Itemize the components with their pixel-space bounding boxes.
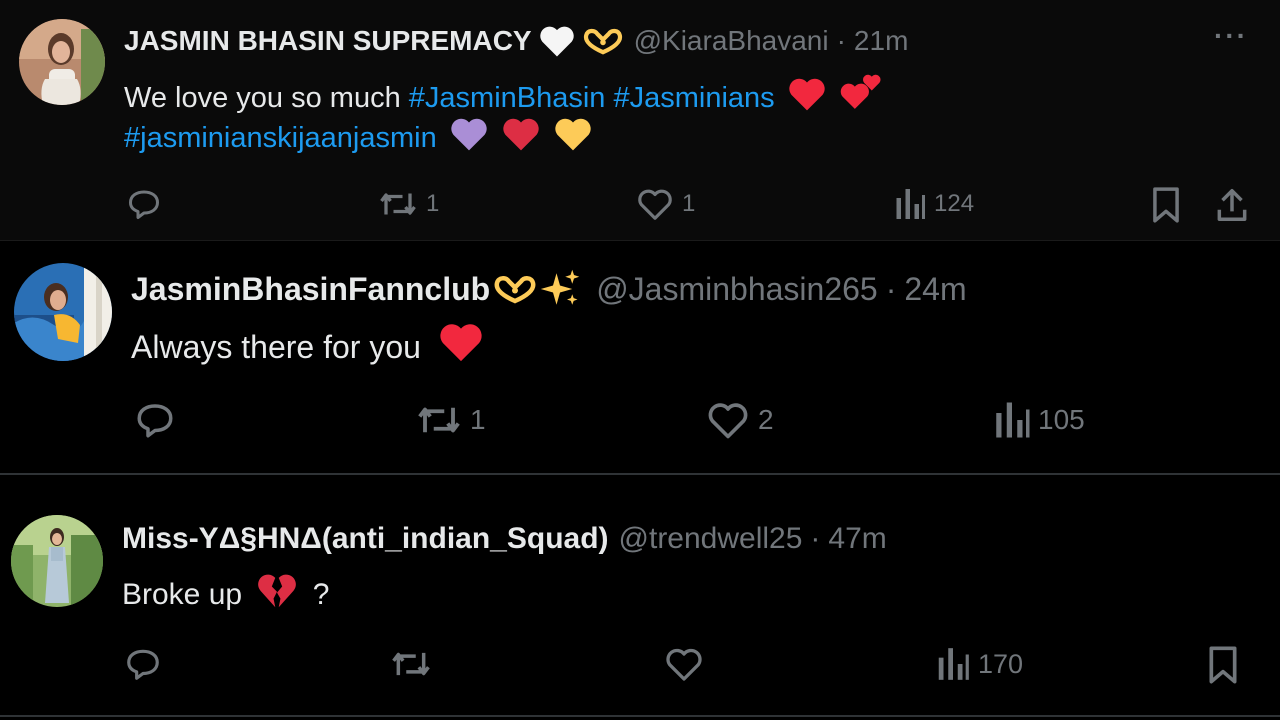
views-count: 170 [978,648,1024,679]
share-button[interactable] [1214,186,1250,224]
heart-hands-icon [492,274,538,304]
avatar[interactable] [14,263,112,361]
views-chart-icon [896,189,925,219]
avatar[interactable] [19,19,105,105]
bookmark-icon [1153,187,1179,223]
tweet-header: JasminBhasinFannclub @Jasminbhasin265 · … [131,269,967,309]
like-button[interactable]: 2 [706,399,774,441]
sparkles-icon [538,268,582,310]
tweet-text-line-1: Always there for you [131,321,484,371]
tweet-text: Broke up [122,578,243,611]
views-chart-icon [938,648,969,680]
retweet-button[interactable]: 1 [378,186,439,222]
purple-heart-icon [449,116,489,160]
retweet-count: 1 [426,190,440,217]
like-count: 2 [758,404,774,435]
tweet-3[interactable]: Miss-YΔ§HNΔ(anti_indian_Squad) @trendwel… [0,473,1280,720]
tweet-text: Always there for you [131,329,421,365]
bookmark-button[interactable] [1206,645,1240,685]
reply-button[interactable] [126,186,162,222]
broken-heart-icon [256,571,298,617]
tweet-text-line-2: #jasminianskijaanjasmin [124,116,593,160]
hashtag-link[interactable]: #jasminianskijaanjasmin [124,122,437,154]
author-handle[interactable]: @trendwell25 [619,522,803,556]
retweet-button[interactable] [390,645,432,683]
reply-icon [137,404,173,438]
author-name[interactable]: JasminBhasinFannclub [131,271,490,308]
like-button[interactable]: 1 [636,186,695,222]
retweet-icon [392,652,430,676]
reply-icon [127,649,159,680]
views-button[interactable]: 124 [894,186,974,222]
timestamp[interactable]: 47m [828,522,886,556]
bookmark-icon [1209,646,1237,684]
views-button[interactable]: 105 [994,399,1085,441]
timestamp[interactable]: 24m [904,271,966,308]
tweet-1[interactable]: JASMIN BHASIN SUPREMACY @KiaraBhavani · … [0,0,1280,240]
tweet-text-line-1: We love you so much #JasminBhasin #Jasmi… [124,72,883,120]
timestamp[interactable]: 21m [854,25,908,57]
tweet-header: Miss-YΔ§HNΔ(anti_indian_Squad) @trendwel… [122,519,887,559]
more-options-button[interactable]: ··· [1214,20,1248,52]
views-count: 105 [1038,404,1085,435]
share-icon [1217,189,1247,221]
red-heart-icon [787,76,827,120]
tweet-text: We love you so much [124,82,401,114]
separator: · [810,522,821,555]
red-heart-icon [438,321,484,371]
heart-outline-icon [638,189,672,220]
two-hearts-icon [839,72,883,120]
author-handle[interactable]: @KiaraBhavani [634,25,829,57]
yellow-heart-icon [553,116,593,160]
author-name[interactable]: JASMIN BHASIN SUPREMACY [124,25,532,57]
views-button[interactable]: 170 [936,645,1023,683]
retweet-icon [380,193,416,215]
retweet-button[interactable]: 1 [416,399,486,441]
red-heart-icon [501,116,541,160]
reply-button[interactable] [134,399,176,441]
tweet-text-suffix: ? [312,578,330,611]
heart-outline-icon [708,403,748,439]
author-name[interactable]: Miss-YΔ§HNΔ(anti_indian_Squad) [122,522,609,556]
views-count: 124 [934,190,975,217]
tweet-text-line-1: Broke up ? [122,571,329,617]
reply-icon [129,190,159,219]
avatar[interactable] [11,515,103,607]
tweet-2[interactable]: JasminBhasinFannclub @Jasminbhasin265 · … [0,240,1280,473]
author-handle[interactable]: @Jasminbhasin265 [596,271,878,308]
reply-button[interactable] [124,645,162,683]
white-heart-icon [538,24,576,58]
tweet-header: JASMIN BHASIN SUPREMACY @KiaraBhavani · … [124,22,908,60]
separator: · [885,270,897,307]
retweet-icon [418,407,460,433]
heart-hands-icon [582,27,624,55]
separator: · [836,25,846,56]
hashtag-link[interactable]: #JasminBhasin [409,82,606,114]
views-chart-icon [996,402,1030,438]
hashtag-link[interactable]: #Jasminians [614,82,775,114]
like-count: 1 [682,190,696,217]
heart-outline-icon [666,648,702,681]
retweet-count: 1 [470,404,486,435]
bookmark-button[interactable] [1150,186,1182,224]
like-button[interactable] [664,645,704,683]
